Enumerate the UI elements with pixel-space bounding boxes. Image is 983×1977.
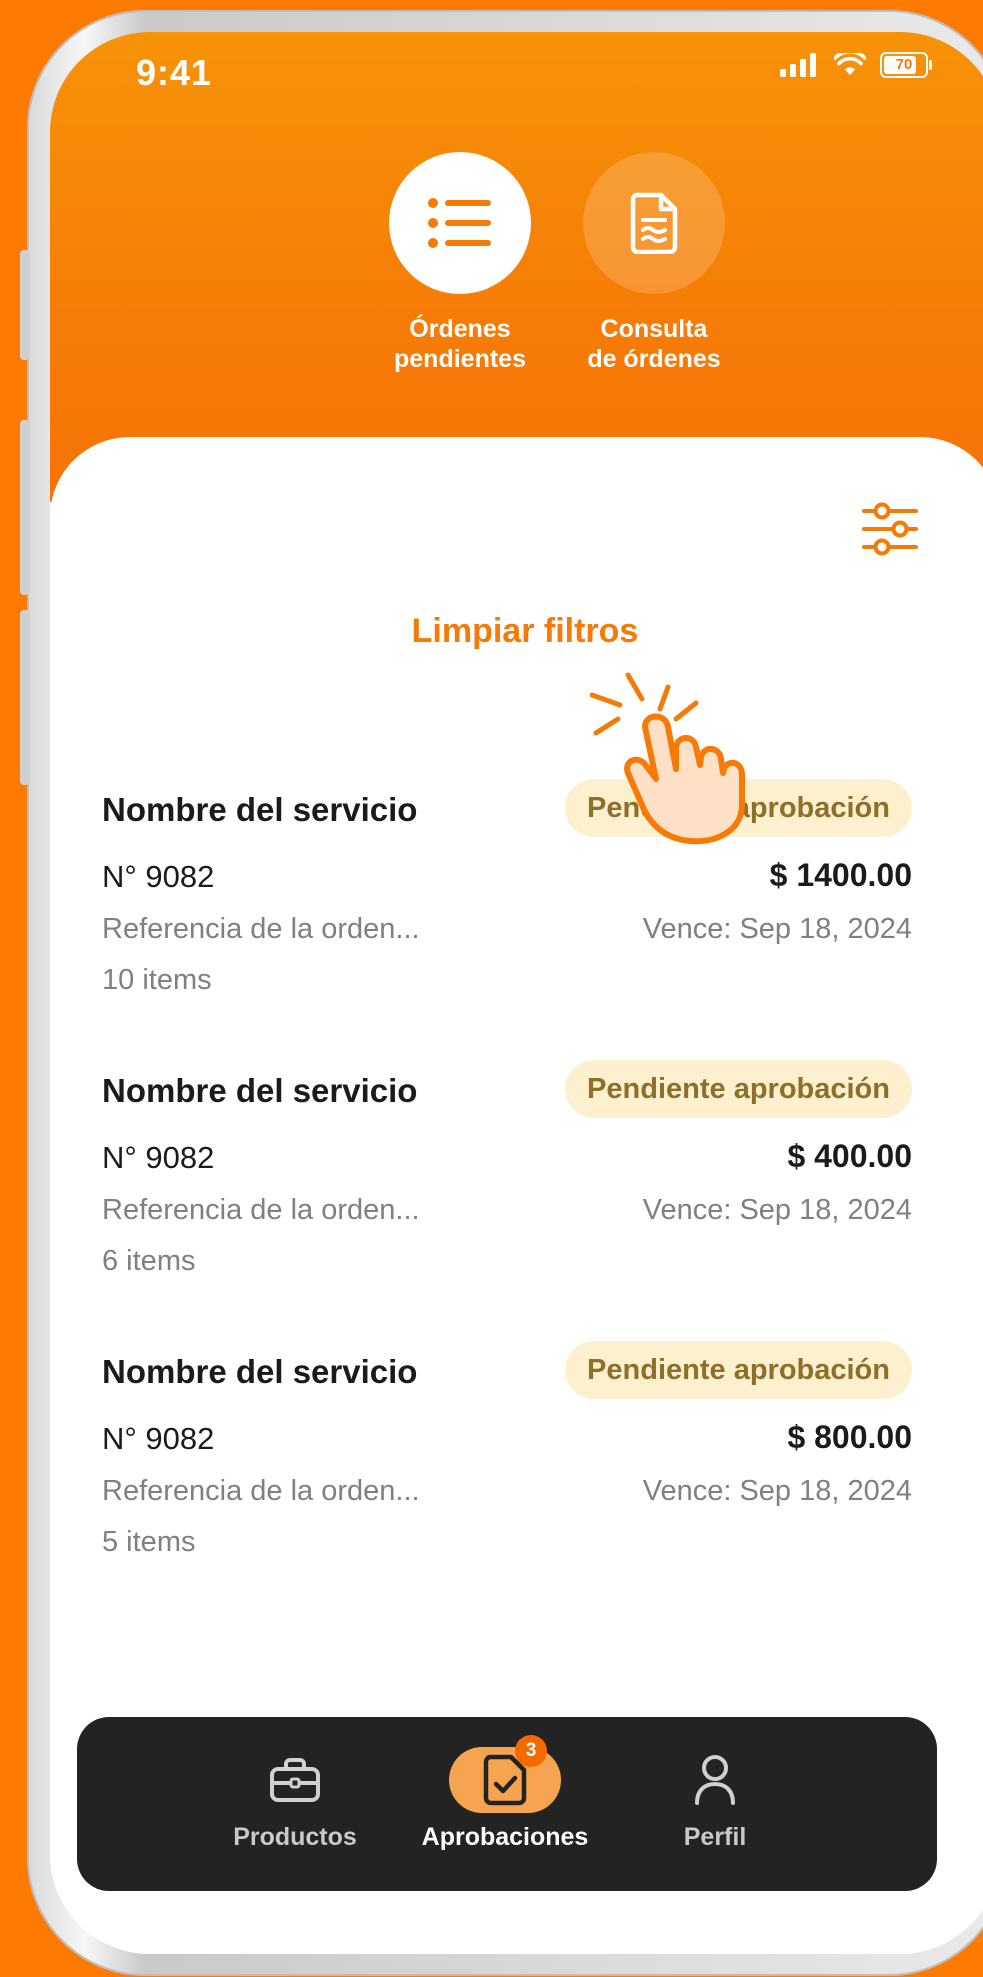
- service-name: Nombre del servicio: [102, 1353, 418, 1390]
- order-due-date: Vence: Sep 18, 2024: [642, 1475, 912, 1507]
- tab-icon-circle: [583, 152, 725, 294]
- clear-filters-link[interactable]: Limpiar filtros: [50, 612, 983, 651]
- phone-side-button: [20, 610, 30, 785]
- nav-icon-wrap: [239, 1747, 351, 1813]
- document-icon: [630, 192, 678, 254]
- tab-ordenes-pendientes[interactable]: Órdenes pendientes: [360, 152, 560, 374]
- status-badge: Pendiente aprobación: [565, 1341, 912, 1399]
- wifi-icon: [834, 53, 866, 75]
- list-icon: [428, 198, 491, 248]
- order-number: N° 9082: [102, 1421, 215, 1456]
- order-number: N° 9082: [102, 1140, 215, 1175]
- order-items-count: 10 items: [102, 964, 212, 996]
- tap-hand-icon: [590, 672, 745, 845]
- nav-icon-wrap: 3: [449, 1735, 561, 1813]
- tab-label: Órdenes pendientes: [394, 315, 526, 373]
- nav-item-productos[interactable]: Productos: [190, 1717, 400, 1891]
- service-name: Nombre del servicio: [102, 1072, 418, 1109]
- order-items-count: 6 items: [102, 1245, 196, 1277]
- nav-label: Productos: [233, 1823, 357, 1851]
- bottom-navigation: Productos 3 Aprobaciones Perfil: [77, 1717, 937, 1891]
- nav-item-perfil[interactable]: Perfil: [610, 1717, 820, 1891]
- order-amount: $ 1400.00: [769, 857, 912, 893]
- nav-label: Aprobaciones: [421, 1823, 589, 1851]
- order-due-date: Vence: Sep 18, 2024: [642, 913, 912, 945]
- sliders-icon: [862, 502, 918, 556]
- order-number: N° 9082: [102, 859, 215, 894]
- order-amount: $ 400.00: [787, 1138, 912, 1174]
- header: 9:41 70 Órdenes pendientes Consulta de ó…: [50, 32, 983, 502]
- order-card[interactable]: Nombre del servicio Pendiente aprobación…: [102, 1060, 912, 1280]
- user-icon: [695, 1755, 735, 1805]
- nav-icon-wrap: [659, 1747, 771, 1813]
- order-due-date: Vence: Sep 18, 2024: [642, 1194, 912, 1226]
- app-screen: 9:41 70 Órdenes pendientes Consulta de ó…: [50, 32, 983, 1954]
- nav-label: Perfil: [683, 1823, 747, 1851]
- order-card[interactable]: Nombre del servicio Pendiente aprobación…: [102, 1341, 912, 1561]
- service-name: Nombre del servicio: [102, 791, 418, 828]
- order-card[interactable]: Nombre del servicio Pendiente aprobación…: [102, 779, 912, 999]
- order-reference: Referencia de la orden...: [102, 1194, 420, 1226]
- phone-side-button: [20, 250, 30, 360]
- signal-icon: [780, 53, 816, 77]
- battery-icon: 70: [880, 52, 932, 78]
- filter-button[interactable]: [860, 499, 920, 559]
- notification-badge: 3: [515, 1735, 547, 1767]
- order-reference: Referencia de la orden...: [102, 913, 420, 945]
- nav-item-aprobaciones[interactable]: 3 Aprobaciones: [400, 1717, 610, 1891]
- status-icons: 70: [780, 52, 932, 78]
- status-badge: Pendiente aprobación: [565, 1060, 912, 1118]
- status-time: 9:41: [136, 52, 213, 93]
- battery-level: 70: [895, 56, 913, 73]
- tab-consulta-de-ordenes[interactable]: Consulta de órdenes: [554, 152, 754, 374]
- tab-label: Consulta de órdenes: [587, 315, 721, 373]
- tab-icon-circle: [389, 152, 531, 294]
- order-items-count: 5 items: [102, 1526, 196, 1558]
- phone-side-button: [20, 420, 30, 595]
- briefcase-icon: [270, 1758, 320, 1802]
- status-bar: 9:41 70: [50, 32, 983, 112]
- order-reference: Referencia de la orden...: [102, 1475, 420, 1507]
- order-amount: $ 800.00: [787, 1419, 912, 1455]
